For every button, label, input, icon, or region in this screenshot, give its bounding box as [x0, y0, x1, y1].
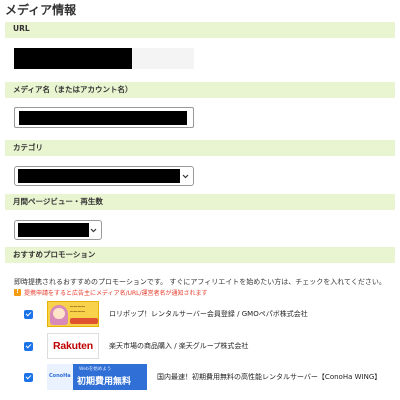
- promotion-name: ロリポップ！レンタルサーバー会員登録 / GMOペパボ株式会社: [109, 310, 308, 318]
- monthly-pv-label: 月間ページビュー・再生数: [13, 197, 103, 206]
- promotion-item-lolipop: 〜〜〜〜 〜〜〜〜 ロリポップ！レンタルサーバー会員登録 / GMOペパボ株式会社: [14, 301, 394, 327]
- url-display: [14, 48, 194, 69]
- media-name-label: メディア名（またはアカウント名）: [13, 85, 133, 94]
- conoha-banner-headline: 初期費用無料: [77, 377, 132, 387]
- monthly-pv-redaction: [18, 223, 89, 237]
- chevron-down-icon: [90, 228, 97, 233]
- section-header-url: URL: [5, 22, 395, 38]
- rakuten-logo: Rakuten: [47, 333, 99, 359]
- section-header-media-name: メディア名（またはアカウント名）: [5, 82, 395, 98]
- promotion-name: 国内最速！初期費用無料の高性能レンタルサーバー【ConoHa WING】: [157, 373, 382, 381]
- conoha-banner-caption: Webを始めよう: [79, 367, 112, 372]
- chevron-down-icon: [182, 174, 189, 179]
- conoha-banner: ConoHa Webを始めよう 初期費用無料: [47, 364, 147, 390]
- promotion-item-rakuten: Rakuten 楽天市場の商品購入 / 楽天グループ株式会社: [14, 333, 394, 359]
- promotion-checkbox[interactable]: [24, 372, 33, 382]
- section-header-promotions: おすすめプロモーション: [5, 247, 395, 263]
- promotion-checkbox[interactable]: [24, 309, 33, 319]
- url-redaction: [14, 48, 132, 69]
- promotion-checkbox[interactable]: [24, 341, 33, 351]
- page-title: メディア情報: [5, 3, 77, 17]
- category-label: カテゴリ: [13, 143, 43, 152]
- media-name-redaction: [19, 111, 187, 125]
- lolipop-banner: 〜〜〜〜 〜〜〜〜: [47, 301, 99, 327]
- section-header-category: カテゴリ: [5, 140, 395, 156]
- category-redaction: [18, 169, 180, 183]
- promotion-name: 楽天市場の商品購入 / 楽天グループ株式会社: [109, 342, 249, 350]
- monthly-pv-select[interactable]: [14, 220, 102, 240]
- url-label: URL: [13, 24, 30, 33]
- rakuten-logo-text: Rakuten: [52, 340, 94, 352]
- notice-text: 提携申請をすると広告主にメディア名/URL/運営者名が通知されます: [24, 290, 208, 297]
- promotions-notice: ! 提携申請をすると広告主にメディア名/URL/運営者名が通知されます: [14, 288, 208, 297]
- promotions-intro: 即時提携されるおすすめのプロモーションです。 すぐにアフィリエイトを始めたい方は…: [14, 278, 386, 286]
- section-header-monthly-pv: 月間ページビュー・再生数: [5, 194, 395, 210]
- promotions-label: おすすめプロモーション: [13, 250, 96, 259]
- conoha-brand: ConoHa: [49, 373, 71, 379]
- media-name-input[interactable]: [14, 107, 194, 128]
- promotion-item-conoha: ConoHa Webを始めよう 初期費用無料 国内最速！初期費用無料の高性能レン…: [14, 364, 394, 390]
- warning-icon: !: [14, 289, 21, 296]
- category-select[interactable]: [14, 166, 194, 186]
